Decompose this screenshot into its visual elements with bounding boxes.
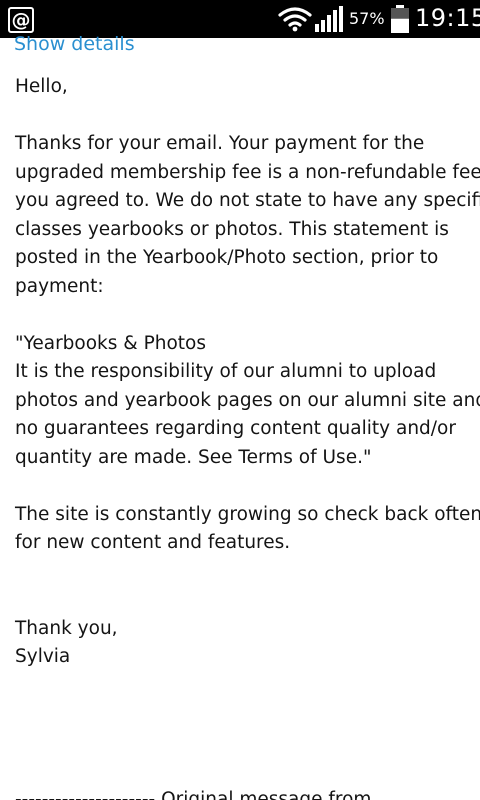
- signal-icon: [315, 6, 343, 32]
- body-line: classes yearbooks or photos. This statem…: [15, 218, 449, 240]
- greeting: Hello,: [15, 76, 68, 97]
- show-details-link[interactable]: Show details: [14, 33, 135, 55]
- body-line: Thanks for your email. Your payment for …: [15, 133, 425, 154]
- body-line: you agreed to. We do not state to have a…: [15, 190, 480, 211]
- signature: Sylvia: [15, 646, 71, 667]
- battery-icon: [391, 5, 409, 33]
- body-line: posted in the Yearbook/Photo section, pr…: [15, 247, 439, 268]
- body-line: The site is constantly growing so check …: [15, 503, 480, 525]
- body-line: quantity are made. See Terms of Use.": [15, 446, 372, 468]
- body-line: for new content and features.: [15, 532, 291, 553]
- body-line: upgraded membership fee is a non-refunda…: [15, 161, 480, 183]
- clock: 19:15: [415, 4, 480, 32]
- body-line: It is the responsibility of our alumni t…: [15, 361, 437, 382]
- paragraph-payment: Thanks for your email. Your payment for …: [15, 130, 480, 301]
- battery-fill: [391, 18, 409, 33]
- body-line: "Yearbooks & Photos: [15, 332, 207, 354]
- email-body: Hello, Thanks for your email. Your payme…: [15, 73, 480, 800]
- wifi-icon: [278, 7, 312, 32]
- body-line: no guarantees regarding content quality …: [15, 418, 456, 439]
- body-line: payment:: [15, 275, 104, 297]
- paragraph-site-growing: The site is constantly growing so check …: [15, 501, 480, 558]
- closing: Thank you,: [15, 617, 118, 639]
- original-message-line: --------------------- Original message f…: [15, 788, 372, 800]
- paragraph-quote: "Yearbooks & Photos It is the responsibi…: [15, 330, 480, 473]
- body-line: photos and yearbook pages on our alumni …: [15, 389, 480, 411]
- at-sign-icon: @: [8, 7, 34, 33]
- battery-percent: 57%: [349, 9, 385, 28]
